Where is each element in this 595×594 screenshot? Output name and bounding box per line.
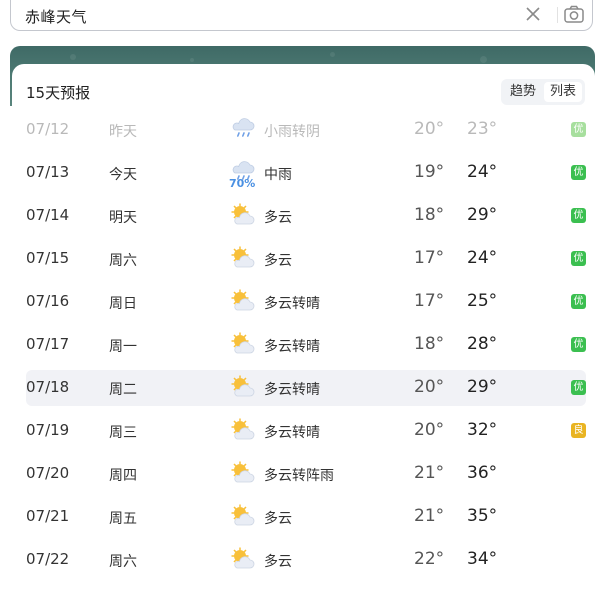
forecast-condition: 多云转晴 <box>264 382 320 398</box>
forecast-condition: 多云转阵雨 <box>264 468 334 484</box>
forecast-date: 07/20 <box>26 464 70 482</box>
forecast-weekday: 周二 <box>109 382 137 398</box>
forecast-low-temp: 17° <box>414 291 445 311</box>
forecast-row[interactable]: 07/12 昨天 小雨转阴 20° 23° 优 <box>26 112 586 148</box>
forecast-row[interactable]: 07/16 周日 多云转晴 17° 25° 优 <box>26 284 586 320</box>
forecast-high-temp: 23° <box>467 119 498 139</box>
forecast-low-temp: 20° <box>414 420 445 440</box>
camera-icon[interactable] <box>563 4 585 26</box>
partly-cloudy-icon <box>230 417 256 443</box>
aqi-badge: 优 <box>571 337 586 352</box>
forecast-low-temp: 22° <box>414 549 445 569</box>
precipitation-chance: 70% <box>229 177 256 190</box>
forecast-weekday: 周日 <box>109 296 137 312</box>
aqi-badge: 优 <box>571 251 586 266</box>
forecast-date: 07/15 <box>26 249 70 267</box>
forecast-date: 07/22 <box>26 550 70 568</box>
forecast-weekday: 今天 <box>109 167 137 183</box>
forecast-high-temp: 24° <box>467 162 498 182</box>
forecast-row[interactable]: 07/14 明天 多云 18° 29° 优 <box>26 198 586 234</box>
forecast-date: 07/16 <box>26 292 70 310</box>
forecast-date: 07/12 <box>26 120 70 138</box>
partly-cloudy-icon <box>230 245 256 271</box>
forecast-high-temp: 34° <box>467 549 498 569</box>
forecast-high-temp: 29° <box>467 205 498 225</box>
forecast-high-temp: 25° <box>467 291 498 311</box>
forecast-high-temp: 35° <box>467 506 498 526</box>
forecast-high-temp: 36° <box>467 463 498 483</box>
forecast-weekday: 昨天 <box>109 124 137 140</box>
tab-list[interactable]: 列表 <box>544 82 582 102</box>
aqi-badge: 良 <box>571 423 586 438</box>
forecast-condition: 多云转晴 <box>264 296 320 312</box>
forecast-low-temp: 21° <box>414 506 445 526</box>
forecast-row[interactable]: 07/22 周六 多云 22° 34° <box>26 542 586 578</box>
forecast-date: 07/19 <box>26 421 70 439</box>
search-input[interactable]: 赤峰天气 <box>25 6 87 27</box>
forecast-low-temp: 20° <box>414 377 445 397</box>
partly-cloudy-icon <box>230 546 256 572</box>
forecast-condition: 中雨 <box>264 167 292 183</box>
tab-trend[interactable]: 趋势 <box>504 82 542 102</box>
forecast-row[interactable]: 07/20 周四 多云转阵雨 21° 36° <box>26 456 586 492</box>
forecast-weekday: 周六 <box>109 554 137 570</box>
aqi-badge: 优 <box>571 122 586 137</box>
close-icon[interactable] <box>523 4 543 24</box>
forecast-high-temp: 28° <box>467 334 498 354</box>
forecast-condition: 小雨转阴 <box>264 124 320 140</box>
forecast-condition: 多云 <box>264 554 292 570</box>
forecast-row[interactable]: 07/21 周五 多云 21° 35° <box>26 499 586 535</box>
partly-cloudy-icon <box>230 288 256 314</box>
forecast-row[interactable]: 07/15 周六 多云 17° 24° 优 <box>26 241 586 277</box>
aqi-badge: 优 <box>571 380 586 395</box>
forecast-date: 07/17 <box>26 335 70 353</box>
forecast-low-temp: 21° <box>414 463 445 483</box>
partly-cloudy-icon <box>230 460 256 486</box>
forecast-row[interactable]: 07/17 周一 多云转晴 18° 28° 优 <box>26 327 586 363</box>
forecast-condition: 多云 <box>264 511 292 527</box>
forecast-date: 07/13 <box>26 163 70 181</box>
forecast-high-temp: 24° <box>467 248 498 268</box>
forecast-weekday: 周六 <box>109 253 137 269</box>
forecast-low-temp: 17° <box>414 248 445 268</box>
forecast-weekday: 明天 <box>109 210 137 226</box>
forecast-condition: 多云 <box>264 253 292 269</box>
forecast-high-temp: 32° <box>467 420 498 440</box>
aqi-badge: 优 <box>571 294 586 309</box>
forecast-weekday: 周五 <box>109 511 137 527</box>
forecast-weekday: 周一 <box>109 339 137 355</box>
forecast-weekday: 周三 <box>109 425 137 441</box>
forecast-high-temp: 29° <box>467 377 498 397</box>
rain-cloud-icon <box>230 116 256 142</box>
forecast-low-temp: 18° <box>414 205 445 225</box>
forecast-row[interactable]: 07/19 周三 多云转晴 20° 32° 良 <box>26 413 586 449</box>
forecast-row[interactable]: 07/18 周二 多云转晴 20° 29° 优 <box>26 370 586 406</box>
forecast-low-temp: 18° <box>414 334 445 354</box>
forecast-condition: 多云转晴 <box>264 425 320 441</box>
partly-cloudy-icon <box>230 503 256 529</box>
forecast-condition: 多云 <box>264 210 292 226</box>
partly-cloudy-icon <box>230 331 256 357</box>
search-bar[interactable]: 赤峰天气 <box>10 0 593 31</box>
partly-cloudy-icon <box>230 374 256 400</box>
search-divider <box>557 7 558 23</box>
forecast-row[interactable]: 07/13 今天 70% 中雨 19° 24° 优 <box>26 155 586 191</box>
forecast-low-temp: 20° <box>414 119 445 139</box>
forecast-low-temp: 19° <box>414 162 445 182</box>
forecast-title: 15天预报 <box>26 84 91 102</box>
aqi-badge: 优 <box>571 165 586 180</box>
forecast-date: 07/21 <box>26 507 70 525</box>
forecast-weekday: 周四 <box>109 468 137 484</box>
forecast-date: 07/14 <box>26 206 70 224</box>
forecast-condition: 多云转晴 <box>264 339 320 355</box>
aqi-badge: 优 <box>571 208 586 223</box>
forecast-card: 15天预报 趋势 列表 07/12 昨天 小雨转阴 20° 23° 优 07/13 今天 70%… <box>12 64 595 594</box>
view-toggle: 趋势 列表 <box>501 79 585 105</box>
partly-cloudy-icon <box>230 202 256 228</box>
forecast-date: 07/18 <box>26 378 70 396</box>
